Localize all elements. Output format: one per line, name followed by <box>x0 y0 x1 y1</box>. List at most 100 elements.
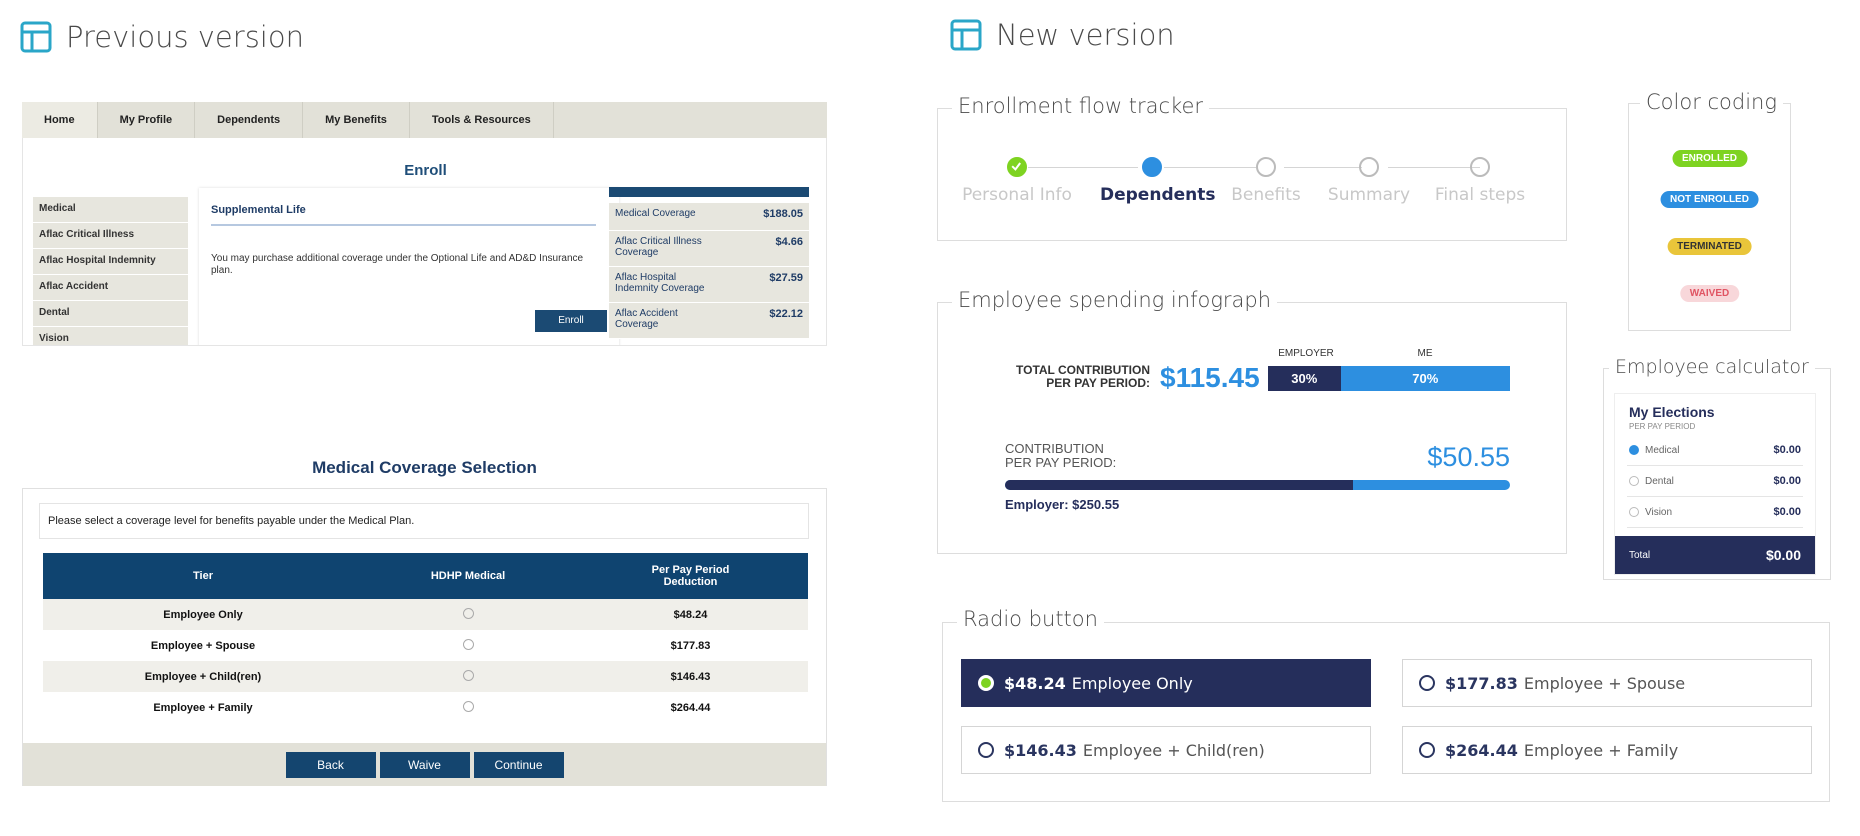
layout-icon <box>950 19 982 51</box>
radio-icon <box>1629 444 1639 455</box>
radio-employee-family[interactable]: $264.44 Employee + Family <box>1402 726 1812 774</box>
radio-employee-only[interactable]: $48.24 Employee Only <box>961 659 1371 707</box>
calc-label: Vision <box>1645 506 1673 518</box>
radio-label: Employee + Spouse <box>1523 673 1686 693</box>
cost-value: $4.66 <box>775 236 803 248</box>
cost-row: Aflac Hospital Indemnity Coverage $27.59 <box>609 267 809 303</box>
radio-icon <box>1419 675 1435 691</box>
calc-value: $0.00 <box>1773 475 1801 487</box>
cost-value: $27.59 <box>769 272 803 284</box>
step-final-steps[interactable]: Final steps <box>1430 157 1530 205</box>
calc-label: Medical <box>1645 444 1680 456</box>
old-nav-my-profile[interactable]: My Profile <box>98 102 196 138</box>
calc-row-medical[interactable]: Medical $0.00 <box>1627 435 1803 466</box>
calc-total-label: Total <box>1629 549 1651 561</box>
waived-badge: WAIVED <box>1679 285 1740 302</box>
tier-radio[interactable] <box>462 638 474 650</box>
step-dependents[interactable]: Dependents <box>1100 157 1216 205</box>
waive-button[interactable]: Waive <box>379 751 470 778</box>
table-row: Employee + Child(ren) $146.43 <box>43 661 808 692</box>
radio-box <box>942 622 1830 802</box>
tier-radio[interactable] <box>462 669 474 681</box>
step-label: Summary <box>1327 185 1411 205</box>
continue-button[interactable]: Continue <box>473 751 564 778</box>
step-label: Personal Info <box>962 185 1072 205</box>
radio-icon <box>1419 742 1435 758</box>
step-dot <box>1359 157 1379 177</box>
radio-price: $264.44 <box>1445 740 1518 760</box>
old-panel-title: Supplemental Life <box>211 204 306 216</box>
terminated-badge: TERMINATED <box>1667 238 1752 255</box>
calc-row-vision[interactable]: Vision $0.00 <box>1627 497 1803 528</box>
old-enroll-panel: Enroll Medical Aflac Critical Illness Af… <box>22 138 827 346</box>
radio-label: Employee + Family <box>1523 740 1679 760</box>
color-coding-legend: Color coding <box>1640 90 1783 114</box>
radio-label: Employee Only <box>1071 673 1193 693</box>
col-header: Per Pay Period Deduction <box>573 553 808 599</box>
radio-icon <box>1629 475 1639 486</box>
label-line: PER PAY PERIOD: <box>1046 376 1150 390</box>
label-line: PER PAY PERIOD: <box>1005 455 1117 470</box>
calculator-legend: Employee calculator <box>1609 356 1815 378</box>
radio-legend: Radio button <box>957 607 1104 631</box>
infograph-box <box>937 302 1567 554</box>
calc-title: My Elections <box>1629 404 1715 420</box>
radio-icon <box>978 675 994 691</box>
old-side-item[interactable]: Medical <box>33 197 188 223</box>
old-side-item[interactable]: Aflac Accident <box>33 275 188 301</box>
old-nav-home[interactable]: Home <box>22 102 98 138</box>
calc-row-dental[interactable]: Dental $0.00 <box>1627 466 1803 497</box>
old-enroll-title: Enroll <box>404 162 447 179</box>
medical-coverage-panel: Please select a coverage level for benef… <box>22 488 827 786</box>
radio-employee-spouse[interactable]: $177.83 Employee + Spouse <box>1402 659 1812 707</box>
cost-label: Aflac Critical Illness Coverage <box>615 236 702 258</box>
old-side-item[interactable]: Aflac Critical Illness <box>33 223 188 249</box>
step-dot <box>1256 157 1276 177</box>
table-row: Employee Only $48.24 <box>43 599 808 630</box>
old-side-item[interactable]: Dental <box>33 301 188 327</box>
step-dot <box>1470 157 1490 177</box>
calculator-card: My Elections PER PAY PERIOD Medical $0.00… <box>1614 393 1816 575</box>
old-enroll-button[interactable]: Enroll <box>535 310 607 332</box>
radio-icon <box>1629 506 1639 517</box>
step-personal-info[interactable]: Personal Info <box>960 157 1074 205</box>
old-side-item[interactable]: Aflac Hospital Indemnity <box>33 249 188 275</box>
step-label: Dependents <box>1100 185 1216 205</box>
radio-price: $146.43 <box>1004 740 1077 760</box>
label-line: CONTRIBUTION <box>1005 441 1104 456</box>
old-nav-dependents[interactable]: Dependents <box>195 102 304 138</box>
col-header: HDHP Medical <box>363 553 573 599</box>
infograph-legend: Employee spending infograph <box>952 288 1278 312</box>
old-panel-text: You may purchase additional coverage und… <box>211 253 584 276</box>
cost-row: Aflac Critical Illness Coverage $4.66 <box>609 231 809 267</box>
tier-radio[interactable] <box>462 607 474 619</box>
calc-subtitle: PER PAY PERIOD <box>1629 422 1696 431</box>
medical-coverage-title: Medical Coverage Selection <box>312 458 537 477</box>
old-nav-tools[interactable]: Tools & Resources <box>410 102 554 138</box>
old-nav-my-benefits[interactable]: My Benefits <box>303 102 410 138</box>
step-benefits[interactable]: Benefits <box>1226 157 1306 205</box>
cost-label: Aflac Hospital Indemnity Coverage <box>615 272 705 294</box>
calc-value: $0.00 <box>1773 444 1801 456</box>
employer-segment: 30% <box>1268 366 1341 391</box>
tier-radio[interactable] <box>462 700 474 712</box>
radio-employee-children[interactable]: $146.43 Employee + Child(ren) <box>961 726 1371 774</box>
back-button[interactable]: Back <box>285 751 376 778</box>
radio-price: $48.24 <box>1004 673 1066 693</box>
color-coding-box: ENROLLED NOT ENROLLED TERMINATED WAIVED <box>1628 103 1791 331</box>
step-label: Benefits <box>1231 185 1301 205</box>
calc-value: $0.00 <box>1773 506 1801 518</box>
coverage-table: Tier HDHP Medical Per Pay Period Deducti… <box>43 553 808 723</box>
tier-cell: Employee + Family <box>153 701 253 714</box>
calc-total-row: Total $0.00 <box>1615 536 1815 574</box>
employer-amount: Employer: $250.55 <box>1005 497 1120 512</box>
step-summary[interactable]: Summary <box>1326 157 1412 205</box>
old-side-item[interactable]: Vision <box>33 327 188 345</box>
contribution-value: $50.55 <box>1427 442 1510 472</box>
contribution-progress <box>1005 480 1510 490</box>
radio-price: $177.83 <box>1445 673 1518 693</box>
col-header: Tier <box>43 553 363 599</box>
cost-row: Aflac Accident Coverage $22.12 <box>609 303 809 339</box>
total-contribution-value: $115.45 <box>1160 362 1260 393</box>
calculator-box: My Elections PER PAY PERIOD Medical $0.00… <box>1603 368 1831 580</box>
